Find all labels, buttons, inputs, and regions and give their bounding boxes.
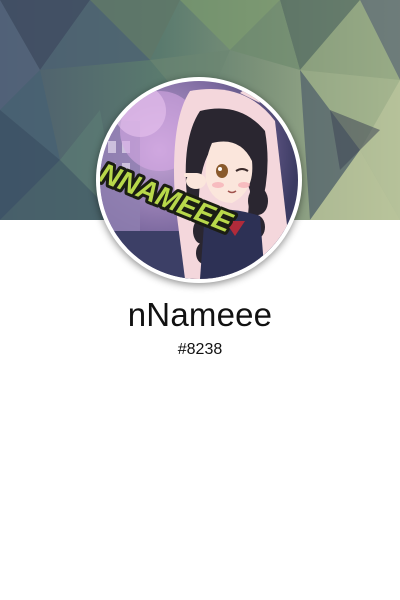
username: nNameee <box>127 296 273 333</box>
user-discriminator: #8238 <box>177 341 223 358</box>
avatar[interactable]: NNAMEEE NNAMEEE <box>96 77 302 283</box>
profile-card: NNAMEEE NNAMEEE nNameee #8238 <box>0 0 400 600</box>
anime-avatar-icon: NNAMEEE NNAMEEE <box>100 81 298 279</box>
